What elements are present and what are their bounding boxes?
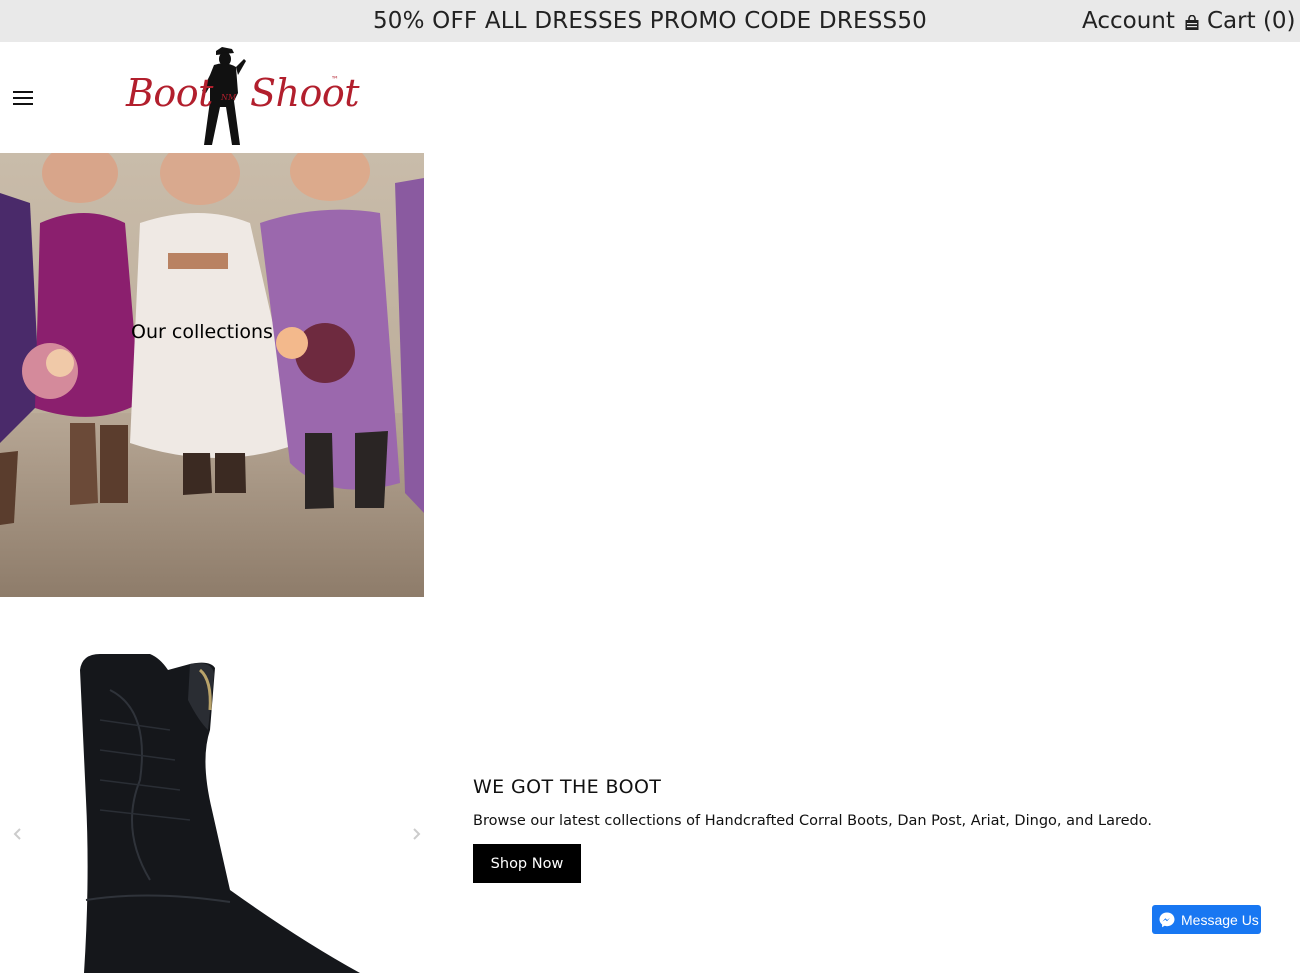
collections-title: Our collections bbox=[131, 321, 273, 343]
chevron-left-icon[interactable] bbox=[11, 824, 25, 844]
message-us-label: Message Us bbox=[1181, 911, 1259, 928]
messenger-icon bbox=[1159, 912, 1175, 927]
logo-text-shoot: Shoot bbox=[250, 71, 360, 115]
slide-description: Browse our latest collections of Handcra… bbox=[473, 813, 1152, 829]
hamburger-menu-icon[interactable] bbox=[13, 91, 33, 106]
black-cowboy-boot-photo bbox=[80, 654, 360, 973]
account-link[interactable]: Account bbox=[1082, 0, 1175, 42]
chevron-right-icon[interactable] bbox=[409, 824, 423, 844]
shop-now-button[interactable]: Shop Now bbox=[473, 844, 581, 883]
bridesmaids-in-cowboy-boots-photo bbox=[0, 153, 424, 597]
collections-banner[interactable]: Our collections bbox=[0, 153, 424, 597]
slide-heading: WE GOT THE BOOT bbox=[473, 776, 662, 798]
shopping-bag-icon bbox=[1185, 15, 1199, 30]
logo-trademark: ™ bbox=[331, 75, 339, 84]
announcement-bar: 50% OFF ALL DRESSES PROMO CODE DRESS50 A… bbox=[0, 0, 1300, 42]
slide-image bbox=[0, 640, 424, 973]
logo-mark: NM bbox=[220, 93, 237, 102]
message-us-button[interactable]: Message Us bbox=[1152, 905, 1261, 934]
cart-label: Cart (0) bbox=[1207, 8, 1296, 34]
logo-text-boot: Boot bbox=[126, 71, 213, 115]
site-logo[interactable]: NM Boot Shoot ™ bbox=[122, 45, 360, 149]
cart-link[interactable]: Cart (0) bbox=[1184, 0, 1296, 42]
